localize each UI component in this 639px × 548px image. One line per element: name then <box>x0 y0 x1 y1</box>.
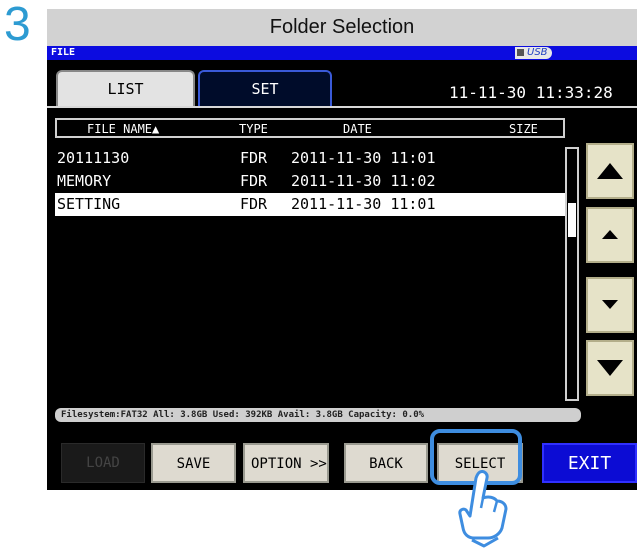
page-down-icon <box>597 360 623 376</box>
filesystem-status: Filesystem:FAT32 All: 3.8GB Used: 392KB … <box>55 408 581 422</box>
cell-type: FDR <box>240 149 268 167</box>
tab-divider <box>47 106 637 108</box>
cell-name: MEMORY <box>57 172 112 190</box>
header-date[interactable]: DATE <box>343 122 372 136</box>
page-up-icon <box>597 163 623 179</box>
device-screen: FILE USB LIST SET 11-11-30 11:33:28 FILE… <box>47 46 637 490</box>
window-title: FILE <box>51 47 76 58</box>
cell-type: FDR <box>240 172 268 190</box>
line-down-icon <box>602 300 618 309</box>
tab-list[interactable]: LIST <box>56 70 195 106</box>
line-down-button[interactable] <box>586 277 634 333</box>
cell-name: SETTING <box>57 195 121 213</box>
table-header: FILE NAME▲ TYPE DATE SIZE <box>55 118 565 138</box>
header-type[interactable]: TYPE <box>239 122 268 136</box>
header-file-name[interactable]: FILE NAME▲ <box>87 122 159 136</box>
page-up-button[interactable] <box>586 143 634 199</box>
usb-status-icon <box>517 48 524 56</box>
cell-date: 2011-11-30 11:01 <box>291 195 436 213</box>
table-row[interactable]: MEMORY FDR 2011-11-30 11:02 <box>55 170 565 193</box>
cell-type: FDR <box>240 195 268 213</box>
cell-name: 20111130 <box>57 149 130 167</box>
clock: 11-11-30 11:33:28 <box>449 83 613 102</box>
option-button[interactable]: OPTION >> <box>243 443 329 483</box>
back-button[interactable]: BACK <box>344 443 428 483</box>
header-size[interactable]: SIZE <box>509 122 538 136</box>
cell-date: 2011-11-30 11:01 <box>291 149 436 167</box>
scrollbar-thumb[interactable] <box>568 203 576 237</box>
tab-set[interactable]: SET <box>198 70 332 106</box>
pointing-hand-icon <box>458 470 508 548</box>
table-row-selected[interactable]: SETTING FDR 2011-11-30 11:01 <box>55 193 565 216</box>
title-bar: FILE USB <box>47 46 637 60</box>
line-up-button[interactable] <box>586 207 634 263</box>
save-button[interactable]: SAVE <box>151 443 236 483</box>
exit-button[interactable]: EXIT <box>542 443 637 483</box>
usb-label: USB <box>527 47 548 58</box>
line-up-icon <box>602 230 618 239</box>
table-row[interactable]: 20111130 FDR 2011-11-30 11:01 <box>55 147 565 170</box>
usb-indicator: USB <box>515 47 552 59</box>
page-down-button[interactable] <box>586 340 634 396</box>
cell-date: 2011-11-30 11:02 <box>291 172 436 190</box>
step-number: 3 <box>4 0 31 51</box>
scrollbar[interactable] <box>565 147 579 401</box>
load-button: LOAD <box>61 443 145 483</box>
file-table: FILE NAME▲ TYPE DATE SIZE 20111130 FDR 2… <box>55 118 565 397</box>
page-caption: Folder Selection <box>47 9 637 46</box>
